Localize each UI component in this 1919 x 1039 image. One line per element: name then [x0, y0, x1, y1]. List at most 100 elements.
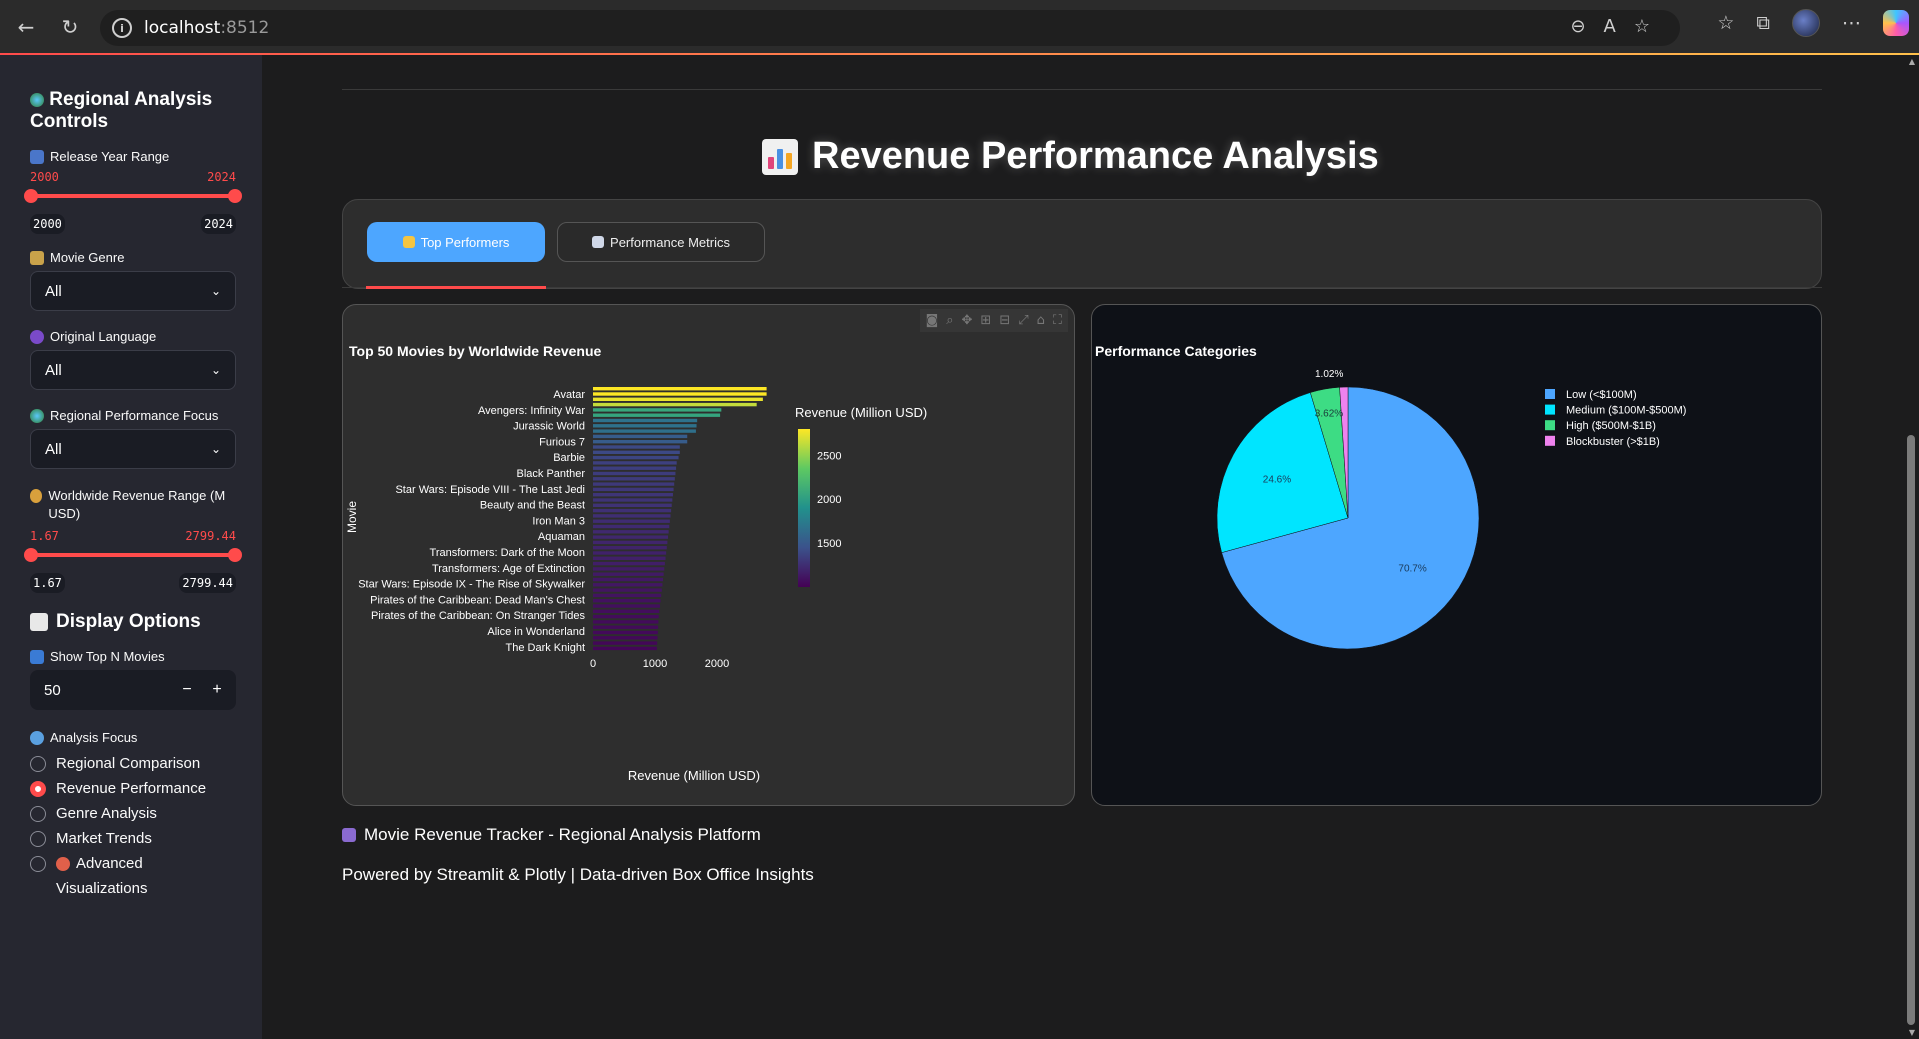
tab-performance-metrics[interactable]: Performance Metrics	[557, 222, 765, 262]
bar[interactable]	[593, 424, 697, 428]
legend-label[interactable]: High ($500M-$1B)	[1566, 420, 1656, 432]
radio-button-selected[interactable]	[30, 781, 46, 797]
tab-top-performers[interactable]: Top Performers	[367, 222, 545, 262]
release-year-slider[interactable]: 2000 2024 2000 2024	[24, 170, 242, 238]
region-focus-select[interactable]: All ⌄	[30, 429, 236, 469]
scrollbar[interactable]: ▲ ▼	[1905, 55, 1915, 1039]
slider-track[interactable]	[30, 553, 236, 557]
bar[interactable]	[593, 514, 671, 518]
bar[interactable]	[593, 609, 660, 613]
legend-swatch[interactable]	[1545, 389, 1555, 399]
bar[interactable]	[593, 620, 659, 624]
site-info-icon[interactable]: i	[112, 18, 132, 38]
radio-revenue-performance[interactable]: Revenue Performance	[30, 776, 236, 801]
increment-button[interactable]: +	[202, 670, 232, 710]
legend-swatch[interactable]	[1545, 404, 1555, 415]
bar[interactable]	[593, 413, 721, 417]
radio-button[interactable]	[30, 856, 46, 872]
bar[interactable]	[593, 408, 722, 412]
revenue-range-slider[interactable]: 1.67 2799.44 1.67 2799.44	[24, 529, 242, 597]
bar[interactable]	[593, 482, 675, 486]
bar[interactable]	[593, 540, 668, 545]
bar[interactable]	[593, 604, 660, 608]
bar[interactable]	[593, 429, 696, 433]
read-aloud-icon[interactable]: A	[1604, 16, 1616, 37]
radio-button[interactable]	[30, 756, 46, 772]
language-select[interactable]: All ⌄	[30, 350, 236, 390]
bar[interactable]	[593, 508, 672, 513]
bar[interactable]	[593, 392, 767, 396]
legend-swatch[interactable]	[1545, 420, 1555, 431]
zoom-icon[interactable]: ⊖	[1570, 16, 1585, 37]
favorite-star-icon[interactable]: ☆	[1634, 16, 1650, 37]
bar[interactable]	[593, 471, 676, 476]
legend-label[interactable]: Blockbuster (>$1B)	[1566, 436, 1660, 448]
radio-button[interactable]	[30, 806, 46, 822]
decrement-button[interactable]: −	[172, 670, 202, 710]
bar[interactable]	[593, 418, 698, 423]
refresh-icon[interactable]: ↻	[52, 9, 88, 45]
bar[interactable]	[593, 546, 667, 550]
slider-thumb-high[interactable]	[228, 189, 242, 203]
bar[interactable]	[593, 599, 661, 603]
bar[interactable]	[593, 493, 673, 497]
bar[interactable]	[593, 461, 677, 465]
bar[interactable]	[593, 387, 767, 391]
scroll-up-icon[interactable]: ▲	[1909, 57, 1915, 66]
bar[interactable]	[593, 625, 659, 629]
genre-select[interactable]: All ⌄	[30, 271, 236, 311]
bar[interactable]	[593, 535, 669, 539]
slider-track[interactable]	[30, 194, 236, 198]
bar[interactable]	[593, 397, 763, 401]
bar[interactable]	[593, 572, 664, 576]
radio-market-trends[interactable]: Market Trends	[30, 826, 236, 851]
bar[interactable]	[593, 477, 675, 481]
slider-thumb-low[interactable]	[24, 189, 38, 203]
bar[interactable]	[593, 583, 663, 587]
collections-icon[interactable]: ⧉	[1756, 12, 1770, 34]
slider-thumb-high[interactable]	[228, 548, 242, 562]
bar[interactable]	[593, 440, 688, 444]
bar[interactable]	[593, 445, 680, 449]
favorites-icon[interactable]: ☆	[1717, 12, 1734, 34]
bar[interactable]	[593, 503, 672, 507]
radio-advanced-visualizations[interactable]: Advanced Visualizations	[30, 851, 236, 901]
radio-genre-analysis[interactable]: Genre Analysis	[30, 801, 236, 826]
bar[interactable]	[593, 466, 677, 470]
bar[interactable]	[593, 614, 659, 619]
copilot-icon[interactable]	[1883, 10, 1909, 36]
bar[interactable]	[593, 646, 657, 651]
more-menu-icon[interactable]: ⋯	[1842, 12, 1861, 34]
bar[interactable]	[593, 567, 665, 571]
bar[interactable]	[593, 588, 662, 592]
bar[interactable]	[593, 556, 666, 560]
bar[interactable]	[593, 524, 670, 529]
bar[interactable]	[593, 402, 757, 407]
back-icon[interactable]: ←	[8, 9, 44, 45]
bar[interactable]	[593, 455, 679, 460]
bar[interactable]	[593, 593, 662, 598]
scroll-down-icon[interactable]: ▼	[1909, 1028, 1915, 1037]
bar[interactable]	[593, 487, 674, 492]
bar[interactable]	[593, 577, 664, 582]
legend-label[interactable]: Medium ($100M-$500M)	[1566, 405, 1686, 417]
bar[interactable]	[593, 530, 669, 534]
radio-regional-comparison[interactable]: Regional Comparison	[30, 751, 236, 776]
legend-swatch[interactable]	[1545, 435, 1555, 446]
bar[interactable]	[593, 630, 658, 635]
bar[interactable]	[593, 641, 658, 645]
bar[interactable]	[593, 561, 665, 566]
legend-label[interactable]: Low (<$100M)	[1566, 389, 1637, 401]
bar[interactable]	[593, 434, 688, 439]
bar[interactable]	[593, 551, 667, 555]
bar[interactable]	[593, 636, 658, 640]
slider-thumb-low[interactable]	[24, 548, 38, 562]
radio-button[interactable]	[30, 831, 46, 847]
bar[interactable]	[593, 498, 673, 502]
scroll-thumb[interactable]	[1907, 435, 1915, 1025]
top-n-input[interactable]: 50 − +	[30, 670, 236, 710]
bar[interactable]	[593, 450, 680, 454]
profile-avatar[interactable]	[1792, 9, 1820, 37]
address-bar[interactable]: i localhost:8512 ⊖ A ☆	[100, 10, 1680, 46]
bar[interactable]	[593, 519, 670, 523]
